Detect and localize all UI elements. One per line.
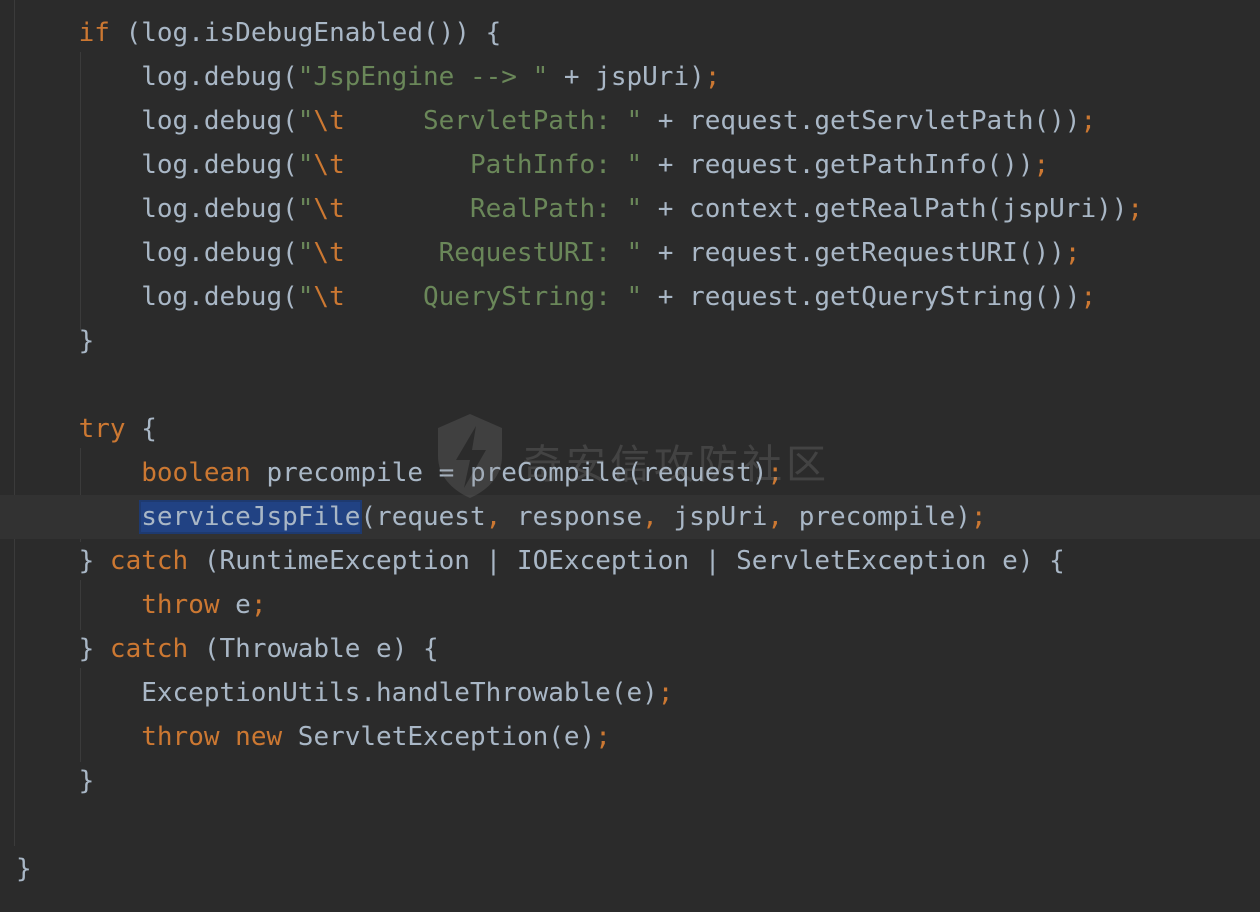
code-token: ;: [970, 502, 987, 532]
code-token: (request: [360, 502, 486, 532]
code-token: (RuntimeException | IOException | Servle…: [188, 546, 1065, 576]
code-token: \t: [313, 150, 345, 180]
code-line[interactable]: [0, 363, 1260, 407]
code-token: PathInfo: ": [344, 150, 643, 180]
code-token: log.debug(: [16, 62, 298, 92]
code-line[interactable]: if (log.isDebugEnabled()) {: [0, 11, 1260, 55]
code-token: ,: [767, 502, 784, 532]
code-token: ;: [1080, 106, 1097, 136]
code-token: + request.getPathInfo()): [642, 150, 1034, 180]
code-token: e: [219, 590, 251, 620]
code-token: jspUri: [657, 502, 768, 532]
code-token: ;: [1064, 238, 1081, 268]
code-token: + request.getQueryString()): [642, 282, 1081, 312]
code-token: ;: [704, 62, 721, 92]
code-line[interactable]: log.debug("\t RequestURI: " + request.ge…: [0, 231, 1260, 275]
code-line[interactable]: log.debug("\t QueryString: " + request.g…: [0, 275, 1260, 319]
code-token: + request.getServletPath()): [642, 106, 1081, 136]
code-token: + context.getRealPath(jspUri)): [642, 194, 1128, 224]
code-token: catch: [109, 634, 189, 664]
code-line[interactable]: throw e;: [0, 583, 1260, 627]
code-token: ": [297, 194, 314, 224]
code-line[interactable]: try {: [0, 407, 1260, 451]
code-token: }: [16, 634, 110, 664]
code-token: ;: [657, 678, 674, 708]
code-token: log.debug(: [16, 282, 298, 312]
code-token: ServletPath: ": [344, 106, 643, 136]
code-token: log.debug(: [16, 238, 298, 268]
code-line[interactable]: log.debug("JspEngine --> " + jspUri);: [0, 55, 1260, 99]
code-token: boolean: [141, 458, 251, 488]
code-token: ;: [1127, 194, 1144, 224]
code-token: ExceptionUtils.handleThrowable(e): [16, 678, 658, 708]
code-token: QueryString: ": [344, 282, 643, 312]
code-token: ": [297, 106, 314, 136]
code-token: ": [297, 238, 314, 268]
code-token: + request.getRequestURI()): [642, 238, 1065, 268]
code-token: ;: [595, 722, 611, 752]
code-token: \t: [313, 106, 345, 136]
code-line[interactable]: boolean precompile = preCompile(request)…: [0, 451, 1260, 495]
code-line[interactable]: log.debug("\t RealPath: " + context.getR…: [0, 187, 1260, 231]
code-token: ": [297, 150, 314, 180]
code-token: }: [16, 326, 95, 356]
code-token: log.debug(: [16, 150, 298, 180]
code-token: try: [78, 414, 126, 444]
code-line[interactable]: throw new ServletException(e);: [0, 715, 1260, 759]
code-line[interactable]: serviceJspFile(request, response, jspUri…: [0, 495, 1260, 539]
code-token: log.debug(: [16, 194, 298, 224]
code-token: catch: [109, 546, 189, 576]
code-line[interactable]: [0, 803, 1260, 847]
code-token: ,: [642, 502, 658, 532]
code-token: if: [78, 18, 110, 48]
code-token: log.debug(: [16, 106, 298, 136]
code-token: ": [297, 282, 314, 312]
code-token: (Throwable e) {: [188, 634, 439, 664]
code-token: ;: [250, 590, 267, 620]
code-token: ;: [767, 458, 784, 488]
code-token: ;: [1033, 150, 1050, 180]
code-token: RequestURI: ": [344, 238, 643, 268]
code-token: \t: [313, 194, 345, 224]
code-line[interactable]: }: [0, 319, 1260, 363]
code-line[interactable]: } catch (RuntimeException | IOException …: [0, 539, 1260, 583]
code-token: ,: [485, 502, 502, 532]
code-token: + jspUri): [548, 62, 705, 92]
code-token: {: [125, 414, 157, 444]
code-token: precompile): [783, 502, 971, 532]
code-line[interactable]: log.debug("\t ServletPath: " + request.g…: [0, 99, 1260, 143]
code-token: \t: [313, 238, 345, 268]
code-token: throw: [141, 722, 220, 752]
code-token: ServletException(e): [282, 722, 596, 752]
code-line[interactable]: }: [0, 847, 1260, 891]
code-line[interactable]: } catch (Throwable e) {: [0, 627, 1260, 671]
code-token: }: [16, 766, 95, 796]
code-token: precompile = preCompile(request): [250, 458, 768, 488]
code-line[interactable]: ExceptionUtils.handleThrowable(e);: [0, 671, 1260, 715]
selected-identifier[interactable]: serviceJspFile: [139, 500, 363, 534]
code-token: throw: [141, 590, 220, 620]
code-token: RealPath: ": [344, 194, 643, 224]
code-editor[interactable]: if (log.isDebugEnabled()) { log.debug("J…: [0, 0, 1260, 912]
code-line[interactable]: }: [0, 759, 1260, 803]
code-token: \t: [313, 282, 345, 312]
code-token: "JspEngine --> ": [297, 62, 549, 92]
code-token: ;: [1080, 282, 1097, 312]
code-line[interactable]: log.debug("\t PathInfo: " + request.getP…: [0, 143, 1260, 187]
code-token: new: [235, 722, 283, 752]
code-token: }: [16, 854, 32, 884]
code-token: (log.isDebugEnabled()) {: [109, 18, 502, 48]
code-token: }: [16, 546, 110, 576]
code-token: response: [501, 502, 643, 532]
